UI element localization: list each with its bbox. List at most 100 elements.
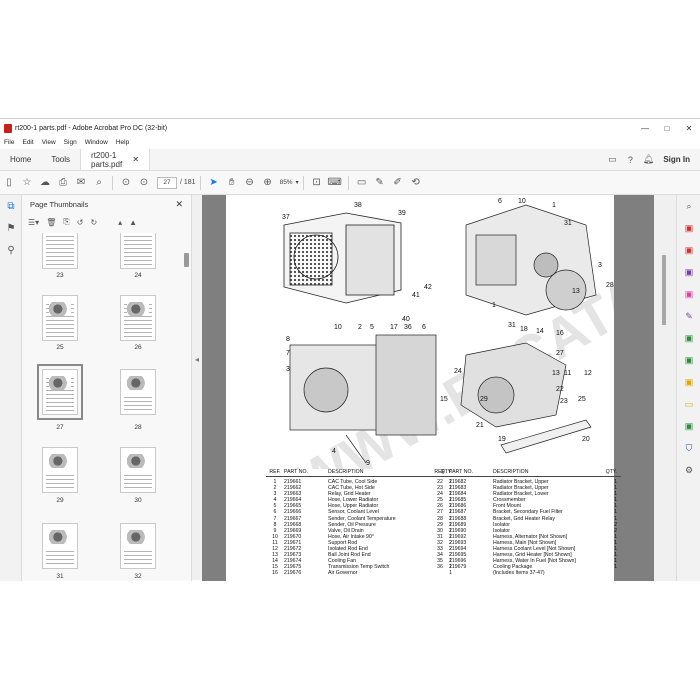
export-pdf-icon[interactable]: ▣ — [677, 217, 700, 239]
thumbnail-page[interactable] — [120, 523, 156, 569]
tab-document[interactable]: rt200-1 parts.pdf ✕ — [80, 149, 151, 170]
options-menu-icon[interactable]: ☰▾ — [28, 218, 39, 227]
callout: 25 — [578, 396, 586, 403]
comment-tool-icon[interactable]: ▭ — [677, 393, 700, 415]
save-icon[interactable]: ▯ — [0, 174, 18, 192]
bell-icon[interactable]: 🔔︎ — [639, 149, 657, 170]
hand-tool-icon[interactable]: ✋︎ — [223, 174, 241, 192]
callout: 37 — [282, 214, 290, 221]
thumbnail-page[interactable] — [120, 447, 156, 493]
thumbnail-page[interactable] — [42, 295, 78, 341]
cooling-package-drawing — [283, 212, 402, 304]
callout: 17 — [390, 324, 398, 331]
page-number-input[interactable]: 27 — [157, 176, 177, 189]
zoom-level-select[interactable]: 85% — [280, 179, 293, 186]
previous-page-icon[interactable]: ⊙ — [117, 174, 135, 192]
callout: 2 — [358, 324, 362, 331]
rotate-cw-icon[interactable]: ↻ — [90, 218, 97, 227]
menu-window[interactable]: Window — [85, 137, 108, 149]
callout: 3 — [286, 366, 290, 373]
combine-files-icon[interactable]: ▣ — [677, 261, 700, 283]
callout: 10 — [518, 198, 526, 205]
fit-page-icon[interactable]: ⊡ — [308, 174, 326, 192]
share-icon[interactable]: ⟲ — [407, 174, 425, 192]
menu-sign[interactable]: Sign — [64, 137, 77, 149]
callout: 13 — [572, 288, 580, 295]
thumbnail-page[interactable] — [42, 447, 78, 493]
next-page-icon[interactable]: ⊙ — [135, 174, 153, 192]
scan-ocr-icon[interactable]: ▣ — [677, 415, 700, 437]
callout: 16 — [556, 330, 564, 337]
attachments-icon[interactable]: ⚲ — [0, 239, 22, 261]
callout: 10 — [334, 324, 342, 331]
keyboard-icon[interactable]: ⌨ — [326, 174, 344, 192]
shrink-thumbnail-icon[interactable]: ▴ — [118, 218, 122, 227]
callout: 36 — [404, 324, 412, 331]
thumbnail-page[interactable] — [42, 233, 78, 269]
thumbnails-header: Page Thumbnails ✕ — [22, 195, 191, 213]
thumbnail-page[interactable] — [120, 295, 156, 341]
upload-cloud-icon[interactable]: ☁ — [36, 174, 54, 192]
menu-view[interactable]: View — [42, 137, 56, 149]
protect-icon[interactable]: ⛉ — [677, 437, 700, 459]
highlight-icon[interactable]: ✐ — [389, 174, 407, 192]
callout: 4 — [332, 448, 336, 455]
comment-bubble-icon[interactable]: ▭ — [603, 149, 621, 170]
insert-page-icon[interactable]: ⎘ — [63, 217, 69, 227]
thumbnail-scrollbar[interactable] — [182, 233, 190, 581]
page-thumbnails-icon[interactable]: ⧉ — [0, 195, 22, 217]
cell-qty — [601, 570, 617, 576]
close-panel-icon[interactable]: ✕ — [175, 199, 183, 210]
zoom-out-icon[interactable]: ⊖ — [241, 174, 259, 192]
create-pdf-icon[interactable]: ▣ — [677, 239, 700, 261]
tab-home[interactable]: Home — [0, 149, 41, 170]
callout: 14 — [536, 328, 544, 335]
tab-document-label: rt200-1 parts.pdf — [91, 150, 123, 169]
search-icon[interactable]: ⌕ — [90, 174, 108, 192]
left-navigation-rail: ⧉ ⚑ ⚲ — [0, 195, 22, 581]
sign-in-button[interactable]: Sign In — [657, 149, 700, 170]
print-icon[interactable]: ⎙ — [54, 174, 72, 192]
more-tools-icon[interactable]: ⚙ — [677, 459, 700, 481]
email-icon[interactable]: ✉ — [72, 174, 90, 192]
callout: 15 — [440, 396, 448, 403]
thumbnail-page[interactable] — [120, 369, 156, 415]
search-tool-icon[interactable]: ⌕ — [677, 195, 700, 217]
close-window-button[interactable]: ✕ — [678, 124, 700, 133]
callout: 29 — [480, 396, 488, 403]
send-for-signature-icon[interactable]: ▣ — [677, 327, 700, 349]
edit-pdf-icon[interactable]: ▣ — [677, 283, 700, 305]
organize-pages-icon[interactable]: ▣ — [677, 349, 700, 371]
help-icon[interactable]: ? — [621, 149, 639, 170]
minimize-button[interactable]: — — [634, 124, 656, 133]
fill-sign-icon[interactable]: ✎ — [677, 305, 700, 327]
menu-help[interactable]: Help — [116, 137, 129, 149]
thumbnail-page[interactable] — [120, 233, 156, 269]
thumbnail-page-selected[interactable] — [37, 364, 83, 420]
pen-icon[interactable]: ✎ — [371, 174, 389, 192]
maximize-button[interactable]: □ — [656, 124, 678, 133]
document-scrollbar[interactable] — [654, 195, 676, 581]
collapse-panel-icon[interactable]: ◂ — [195, 355, 199, 364]
tab-tools[interactable]: Tools — [41, 149, 80, 170]
menu-edit[interactable]: Edit — [22, 137, 33, 149]
delete-page-icon[interactable]: 🗑︎ — [46, 218, 56, 227]
page-thumbnails-panel: Page Thumbnails ✕ ☰▾ 🗑︎ ⎘ ↺ ↻ ▴ ▲ 23 24 … — [22, 195, 192, 581]
chevron-down-icon[interactable]: ▾ — [296, 179, 299, 186]
rotate-ccw-icon[interactable]: ↺ — [77, 218, 84, 227]
menu-file[interactable]: File — [4, 137, 14, 149]
select-cursor-icon[interactable]: ➤ — [205, 174, 223, 192]
zoom-in-icon[interactable]: ⊕ — [259, 174, 277, 192]
bookmarks-icon[interactable]: ⚑ — [0, 217, 22, 239]
bookmark-star-icon[interactable]: ☆ — [18, 174, 36, 192]
compress-icon[interactable]: ▣ — [677, 371, 700, 393]
tab-close-icon[interactable]: ✕ — [132, 155, 139, 164]
callout: 1 — [492, 302, 496, 309]
header-ref: REF. — [434, 469, 446, 475]
thumbnail-page[interactable] — [42, 523, 78, 569]
header-qty: QTY. — [605, 469, 617, 475]
comment-icon[interactable]: ▭ — [353, 174, 371, 192]
thumbnail-label: 23 — [56, 272, 64, 279]
thumbnail-label: 30 — [134, 497, 142, 504]
enlarge-thumbnail-icon[interactable]: ▲ — [129, 218, 137, 227]
